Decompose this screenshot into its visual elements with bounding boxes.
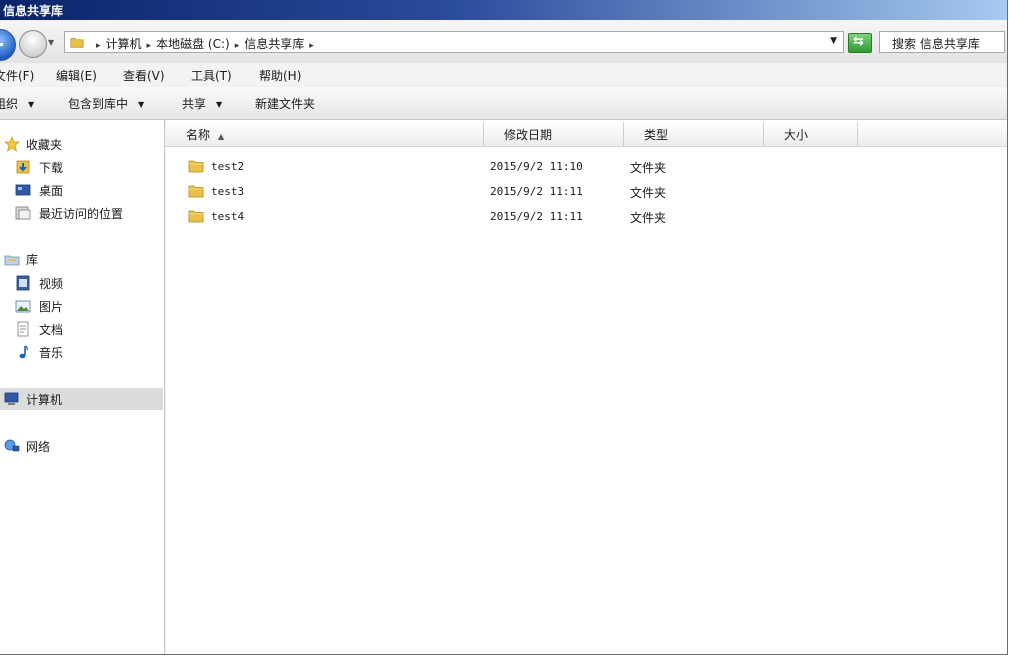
desktop-icon [15,184,31,196]
sidebar-item-label: 计算机 [26,393,63,407]
sidebar-item-label: 文档 [39,323,64,337]
address-history-dropdown-icon[interactable]: ▼ [830,36,837,46]
column-header-label: 修改日期 [504,128,553,142]
sidebar-item-label: 图片 [39,300,64,314]
chevron-down-icon: ▼ [216,100,223,109]
breadcrumb-chevron-icon[interactable]: ▸ [235,41,240,51]
sidebar-item-label: 下载 [39,161,64,175]
menu-bar: 文件(F) 编辑(E) 查看(V) 工具(T) 帮助(H) [0,64,1007,86]
file-modified: 2015/9/2 11:11 [490,210,583,223]
column-header-modified[interactable]: 修改日期 [484,122,624,146]
sidebar-item-label: 视频 [39,277,64,291]
folder-icon [188,210,204,223]
menu-edit[interactable]: 编辑(E) [56,67,97,84]
breadcrumb-chevron-icon[interactable]: ▸ [96,41,101,51]
file-name: test3 [211,185,245,198]
share-label: 共享 [182,97,207,111]
breadcrumb: ▸ 计算机 ▸ 本地磁盘 (C:) ▸ 信息共享库 ▸ [91,35,319,52]
organize-label: 组织 [0,97,19,111]
sidebar-item-label: 桌面 [39,184,64,198]
sidebar-item-music[interactable]: 音乐 [0,341,163,363]
window-title: 信息共享库 [3,4,64,18]
column-header-size[interactable]: 大小 [764,122,858,146]
sidebar-item-recent-places[interactable]: 最近访问的位置 [0,202,163,224]
sidebar-item-documents[interactable]: 文档 [0,318,163,340]
column-header-label: 类型 [644,128,669,142]
forward-button[interactable] [19,30,47,58]
table-row[interactable]: test2 2015/9/2 11:10 文件夹 [166,154,1007,178]
sidebar-item-videos[interactable]: 视频 [0,272,163,294]
sidebar-item-pictures[interactable]: 图片 [0,295,163,317]
sidebar-item-label: 库 [26,253,39,267]
new-folder-button[interactable]: 新建文件夹 [255,95,315,112]
folder-icon [188,185,204,198]
address-bar[interactable]: ▸ 计算机 ▸ 本地磁盘 (C:) ▸ 信息共享库 ▸ ▼ [64,31,844,53]
sidebar-item-downloads[interactable]: 下载 [0,156,163,178]
sidebar-item-favorites[interactable]: 收藏夹 [0,133,163,155]
folder-icon [70,38,84,48]
refresh-button[interactable] [848,33,872,53]
chevron-down-icon: ▼ [138,100,145,109]
back-button[interactable] [0,29,16,61]
sidebar-item-libraries[interactable]: 库 [0,248,163,270]
star-icon [4,136,20,152]
menu-view[interactable]: 查看(V) [123,67,165,84]
recent-places-icon [15,206,31,220]
table-row[interactable]: test4 2015/9/2 11:11 文件夹 [166,204,1007,228]
pictures-icon [15,300,31,313]
file-type: 文件夹 [630,186,667,200]
include-in-library-button[interactable]: 包含到库中 ▼ [68,95,144,112]
menu-help[interactable]: 帮助(H) [259,67,301,84]
libraries-icon [4,255,20,266]
address-row: ▼ ▸ 计算机 ▸ 本地磁盘 (C:) ▸ 信息共享库 ▸ ▼ 搜索 信息共享库 [0,21,1007,63]
breadcrumb-computer[interactable]: 计算机 [106,37,142,51]
file-list: 名称 ▲ 修改日期 类型 大小 test2 2015/9/2 11:10 文件夹 … [166,120,1007,654]
file-name: test4 [211,210,245,223]
sidebar-item-computer[interactable]: 计算机 [0,388,163,410]
sidebar-item-label: 最近访问的位置 [39,207,124,221]
file-type: 文件夹 [630,211,667,225]
sort-ascending-icon: ▲ [218,132,225,141]
network-icon [4,439,20,452]
sidebar-item-label: 音乐 [39,346,64,360]
column-header-label: 大小 [784,128,809,142]
include-in-library-label: 包含到库中 [68,97,129,111]
chevron-down-icon: ▼ [28,100,35,109]
folder-icon [188,160,204,173]
menu-file[interactable]: 文件(F) [0,67,34,84]
explorer-window: 信息共享库 ▼ ▸ 计算机 ▸ 本地磁盘 (C:) ▸ 信息共享库 ▸ ▼ 搜索 信息共享库… [0,0,1008,655]
column-header-name[interactable]: 名称 ▲ [166,122,484,146]
share-button[interactable]: 共享 ▼ [182,95,222,112]
breadcrumb-chevron-icon[interactable]: ▸ [309,41,314,51]
breadcrumb-chevron-icon[interactable]: ▸ [147,41,152,51]
organize-button[interactable]: 组织 ▼ [0,95,34,112]
file-name: test2 [211,160,245,173]
recent-pages-dropdown-icon[interactable]: ▼ [48,38,54,47]
sidebar-item-desktop[interactable]: 桌面 [0,179,163,201]
breadcrumb-local-disk[interactable]: 本地磁盘 (C:) [156,37,230,51]
file-modified: 2015/9/2 11:11 [490,185,583,198]
file-type: 文件夹 [630,161,667,175]
column-header-label: 名称 [186,128,211,142]
table-row[interactable]: test3 2015/9/2 11:11 文件夹 [166,179,1007,203]
sidebar-item-network[interactable]: 网络 [0,435,163,457]
title-bar[interactable]: 信息共享库 [0,0,1007,20]
videos-icon [16,275,30,291]
column-header-type[interactable]: 类型 [624,122,764,146]
documents-icon [17,321,29,337]
downloads-icon [16,160,30,174]
breadcrumb-current-folder[interactable]: 信息共享库 [244,37,304,51]
music-icon [19,345,28,359]
navigation-pane: 收藏夹 下载 桌面 最近访问的位置 库 视频 图片 文档 音乐 计算机 网络 [0,120,165,654]
file-modified: 2015/9/2 11:10 [490,160,583,173]
sidebar-item-label: 收藏夹 [26,138,63,152]
search-input[interactable]: 搜索 信息共享库 [879,31,1005,53]
sidebar-item-label: 网络 [26,440,51,454]
column-header-row: 名称 ▲ 修改日期 类型 大小 [166,122,1007,147]
menu-tools[interactable]: 工具(T) [191,67,232,84]
command-bar: 组织 ▼ 包含到库中 ▼ 共享 ▼ 新建文件夹 [0,87,1007,120]
computer-icon [4,392,19,405]
